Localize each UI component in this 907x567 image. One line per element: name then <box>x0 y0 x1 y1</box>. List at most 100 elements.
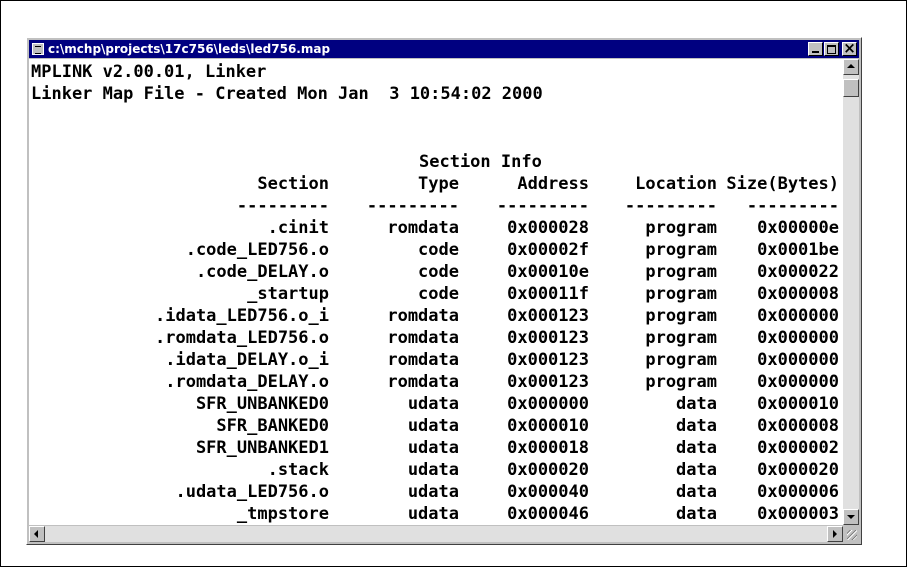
table-divider-row: --------- --------- --------- --------- … <box>29 195 839 217</box>
figure-frame: c:\mchp\projects\17c756\leds\led756.map … <box>0 0 907 567</box>
table-row: .cinit romdata 0x000028 program 0x00000e <box>29 217 839 239</box>
section-type-cell: romdata <box>387 218 459 238</box>
header-size: Size(Bytes) <box>726 174 839 194</box>
section-type-cell: romdata <box>387 306 459 326</box>
resize-grip-icon[interactable] <box>843 526 859 542</box>
maximize-button[interactable] <box>824 42 839 56</box>
location-cell: data <box>676 438 717 458</box>
table-row: .code_LED756.o code 0x00002f program 0x0001b… <box>29 239 839 261</box>
section-name-cell: .code_LED756.o <box>185 240 329 260</box>
address-cell: 0x000010 <box>507 416 589 436</box>
section-name-cell: .idata_DELAY.o_i <box>165 350 329 370</box>
section-type-cell: code <box>418 240 459 260</box>
header-section: Section <box>257 174 329 194</box>
location-cell: data <box>676 416 717 436</box>
linker-version-line: MPLINK v2.00.01, Linker <box>31 62 267 82</box>
address-cell: 0x000018 <box>507 438 589 458</box>
table-header-row: Section Type Address Location Size(Bytes… <box>29 173 839 195</box>
section-name-cell: _tmpstore <box>236 504 329 524</box>
divider: --------- <box>746 196 839 216</box>
section-info-title: Section Info <box>419 152 542 172</box>
size-cell: 0x000008 <box>757 416 839 436</box>
scroll-right-arrow-icon[interactable] <box>827 526 843 542</box>
location-cell: program <box>645 284 717 304</box>
section-type-cell: code <box>418 284 459 304</box>
section-type-cell: udata <box>407 438 459 458</box>
close-button[interactable] <box>842 39 857 57</box>
size-cell: 0x000020 <box>757 460 839 480</box>
size-cell: 0x000000 <box>757 372 839 392</box>
section-type-cell: udata <box>407 504 459 524</box>
created-line: Linker Map File - Created Mon Jan 3 10:5… <box>31 84 543 104</box>
title-bar[interactable]: c:\mchp\projects\17c756\leds\led756.map <box>29 39 859 58</box>
section-name-cell: .idata_LED756.o_i <box>155 306 329 326</box>
section-type-cell: code <box>418 262 459 282</box>
section-name-cell: .udata_LED756.o <box>175 482 329 502</box>
location-cell: program <box>645 328 717 348</box>
scroll-down-arrow-icon[interactable] <box>843 509 859 525</box>
size-cell: 0x000022 <box>757 262 839 282</box>
location-cell: program <box>645 262 717 282</box>
section-name-cell: .cinit <box>267 218 329 238</box>
divider: --------- <box>624 196 717 216</box>
size-cell: 0x000000 <box>757 306 839 326</box>
section-type-cell: udata <box>407 482 459 502</box>
section-table: Section Type Address Location Size(Bytes… <box>29 173 839 525</box>
address-cell: 0x000123 <box>507 306 589 326</box>
size-cell: 0x000000 <box>757 350 839 370</box>
location-cell: data <box>676 394 717 414</box>
scroll-up-arrow-icon[interactable] <box>843 59 859 75</box>
address-cell: 0x00011f <box>507 284 589 304</box>
table-body: .cinit romdata 0x000028 program 0x00000e .cod… <box>29 217 839 525</box>
table-row: .romdata_LED756.o romdata 0x000123 program 0… <box>29 327 839 349</box>
window-title: c:\mchp\projects\17c756\leds\led756.map <box>48 42 331 56</box>
scroll-left-arrow-icon[interactable] <box>29 526 45 542</box>
table-row: .udata_LED756.o udata 0x000040 data 0x000006 <box>29 481 839 503</box>
vertical-scroll-thumb[interactable] <box>843 79 859 97</box>
horizontal-scrollbar[interactable] <box>29 526 843 542</box>
location-cell: data <box>676 504 717 524</box>
address-cell: 0x000020 <box>507 460 589 480</box>
size-cell: 0x000006 <box>757 482 839 502</box>
section-name-cell: .code_DELAY.o <box>195 262 329 282</box>
table-row: _startup code 0x00011f program 0x000008 <box>29 283 839 305</box>
address-cell: 0x000000 <box>507 394 589 414</box>
file-header: MPLINK v2.00.01, Linker Linker Map File -… <box>31 61 543 105</box>
size-cell: 0x000002 <box>757 438 839 458</box>
section-name-cell: SFR_UNBANKED0 <box>195 394 329 414</box>
divider: --------- <box>366 196 459 216</box>
table-row: .code_DELAY.o code 0x00010e program 0x000022 <box>29 261 839 283</box>
vertical-scrollbar[interactable] <box>843 59 859 525</box>
table-row: .idata_LED756.o_i romdata 0x000123 program 0… <box>29 305 839 327</box>
location-cell: data <box>676 460 717 480</box>
text-content-area[interactable]: MPLINK v2.00.01, Linker Linker Map File -… <box>29 59 843 525</box>
address-cell: 0x000123 <box>507 328 589 348</box>
section-name-cell: .romdata_DELAY.o <box>165 372 329 392</box>
section-type-cell: udata <box>407 460 459 480</box>
location-cell: program <box>645 306 717 326</box>
document-icon[interactable] <box>32 43 44 55</box>
size-cell: 0x0001be <box>757 240 839 260</box>
section-type-cell: udata <box>407 416 459 436</box>
location-cell: program <box>645 350 717 370</box>
address-cell: 0x000046 <box>507 504 589 524</box>
section-type-cell: romdata <box>387 372 459 392</box>
table-row: SFR_BANKED0 udata 0x000010 data 0x000008 <box>29 415 839 437</box>
section-type-cell: udata <box>407 394 459 414</box>
size-cell: 0x000010 <box>757 394 839 414</box>
size-cell: 0x000008 <box>757 284 839 304</box>
section-name-cell: SFR_BANKED0 <box>216 416 329 436</box>
section-name-cell: .stack <box>267 460 329 480</box>
section-type-cell: romdata <box>387 328 459 348</box>
header-type: Type <box>418 174 459 194</box>
address-cell: 0x000123 <box>507 372 589 392</box>
divider: --------- <box>496 196 589 216</box>
header-location: Location <box>635 174 717 194</box>
location-cell: program <box>645 240 717 260</box>
location-cell: program <box>645 372 717 392</box>
address-cell: 0x000040 <box>507 482 589 502</box>
section-type-cell: romdata <box>387 350 459 370</box>
minimize-button[interactable] <box>808 42 823 56</box>
size-cell: 0x00000e <box>757 218 839 238</box>
table-row: .idata_DELAY.o_i romdata 0x000123 program 0x… <box>29 349 839 371</box>
